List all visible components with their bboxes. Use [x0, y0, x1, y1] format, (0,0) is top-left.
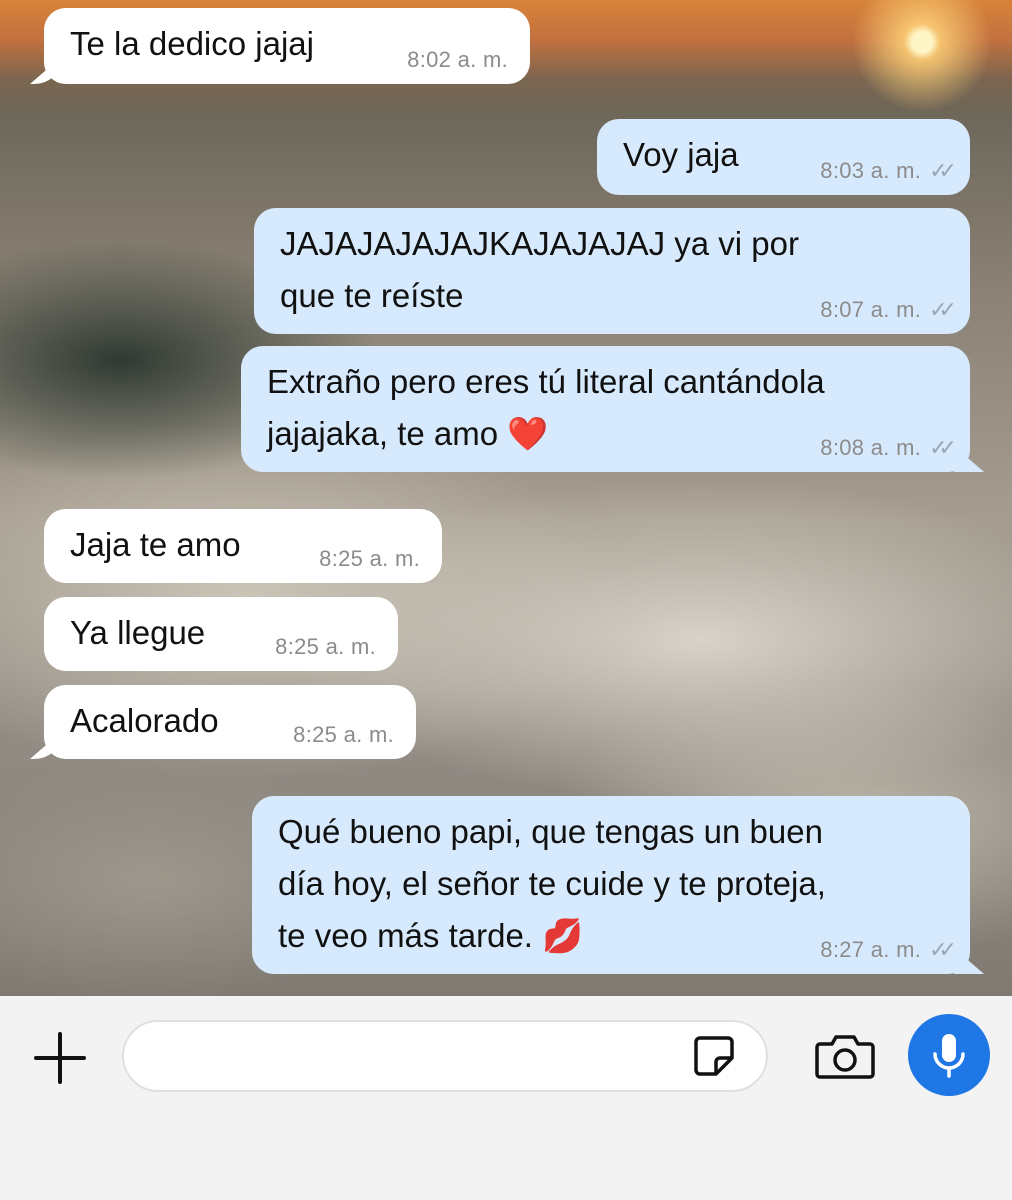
- message-meta: 8:02 a. m.: [407, 48, 508, 72]
- message-meta: 8:08 a. m. ✓✓: [820, 435, 957, 460]
- message-text: Qué bueno papi, que tengas un buen día h…: [278, 813, 826, 954]
- message-time: 8:25 a. m.: [293, 722, 394, 747]
- read-ticks-icon: ✓✓: [929, 158, 957, 183]
- message-meta: 8:25 a. m.: [275, 635, 376, 659]
- message-input[interactable]: [122, 1020, 768, 1092]
- message-bubble-incoming[interactable]: Ya llegue 8:25 a. m.: [44, 597, 398, 671]
- message-text: Ya llegue: [70, 614, 206, 651]
- message-meta: 8:27 a. m. ✓✓: [820, 937, 957, 962]
- message-meta: 8:03 a. m. ✓✓: [820, 158, 957, 183]
- message-time: 8:03 a. m.: [820, 158, 922, 183]
- plus-icon[interactable]: [32, 1030, 88, 1086]
- sticker-icon[interactable]: [692, 1034, 736, 1078]
- message-bubble-incoming[interactable]: Acalorado 8:25 a. m.: [44, 685, 416, 759]
- read-ticks-icon: ✓✓: [929, 297, 957, 322]
- microphone-icon: [933, 1034, 965, 1078]
- message-time: 8:07 a. m.: [820, 297, 922, 322]
- message-time: 8:25 a. m.: [319, 546, 420, 571]
- message-text: Voy jaja: [623, 136, 739, 173]
- message-text: Te la dedico jajaj: [70, 25, 314, 62]
- message-bubble-incoming[interactable]: Te la dedico jajaj 8:02 a. m.: [44, 8, 530, 84]
- message-text: Jaja te amo: [70, 526, 241, 563]
- message-meta: 8:25 a. m.: [293, 723, 394, 747]
- message-time: 8:27 a. m.: [820, 937, 922, 962]
- message-text: Acalorado: [70, 702, 219, 739]
- read-ticks-icon: ✓✓: [929, 937, 957, 962]
- message-time: 8:02 a. m.: [407, 47, 508, 72]
- message-bubble-outgoing[interactable]: Qué bueno papi, que tengas un buen día h…: [252, 796, 970, 974]
- message-time: 8:08 a. m.: [820, 435, 922, 460]
- message-meta: 8:25 a. m.: [319, 547, 420, 571]
- message-time: 8:25 a. m.: [275, 634, 376, 659]
- read-ticks-icon: ✓✓: [929, 435, 957, 460]
- microphone-button[interactable]: [908, 1014, 990, 1096]
- message-meta: 8:07 a. m. ✓✓: [820, 297, 957, 322]
- message-bubble-outgoing[interactable]: JAJAJAJAJAJKAJAJAJAJ ya vi por que te re…: [254, 208, 970, 334]
- camera-icon[interactable]: [814, 1032, 876, 1080]
- message-bubble-outgoing[interactable]: Voy jaja 8:03 a. m. ✓✓: [597, 119, 970, 195]
- message-text: Extraño pero eres tú literal cantándola …: [267, 363, 825, 452]
- message-text: JAJAJAJAJAJKAJAJAJAJ ya vi por que te re…: [280, 225, 799, 314]
- message-bubble-outgoing[interactable]: Extraño pero eres tú literal cantándola …: [241, 346, 970, 472]
- message-bubble-incoming[interactable]: Jaja te amo 8:25 a. m.: [44, 509, 442, 583]
